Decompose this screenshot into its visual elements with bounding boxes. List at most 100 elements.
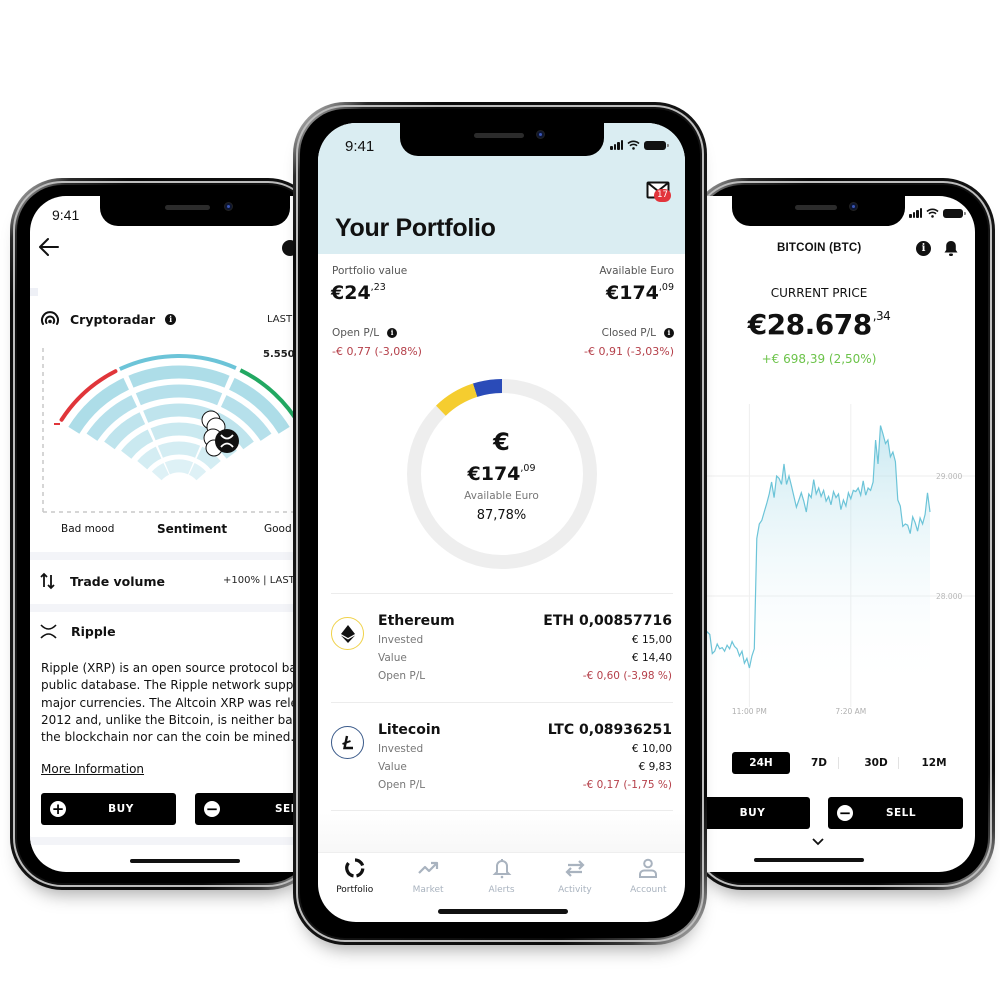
buy-button[interactable]: + BUY: [41, 793, 176, 825]
buy-button[interactable]: BUY: [690, 797, 810, 829]
axis-label-sentiment: Sentiment: [157, 522, 228, 536]
front-camera-icon: [536, 130, 545, 139]
market-trend-icon: [418, 861, 439, 874]
section-divider: [30, 604, 320, 612]
more-information-link[interactable]: More Information: [41, 762, 144, 776]
radar-band-segment: [121, 429, 154, 459]
range-tab-24h[interactable]: 24H: [732, 752, 790, 774]
ripple-icon: [40, 624, 57, 639]
back-arrow-icon[interactable]: [38, 236, 60, 258]
description-line: 2012 and, unlike the Bitcoin, is neither…: [41, 712, 314, 727]
radar-band-segment: [164, 459, 194, 475]
open-pl-text: Open P/L: [332, 327, 380, 339]
bitcoin-detail-screen: BITCOIN (BTC) i CURRENT PRICE €28.678,34…: [690, 196, 975, 872]
btc-price-chart[interactable]: 29.000 28.000 11:00 PM 7:20 AM: [690, 392, 975, 732]
radar-band-segment: [151, 462, 170, 481]
info-icon[interactable]: i: [664, 328, 674, 338]
nav-label: Alerts: [488, 885, 515, 895]
cryptoradar-header: Cryptoradar i: [40, 310, 177, 328]
period-selector[interactable]: LAST: [267, 314, 292, 325]
chevron-down-icon[interactable]: [811, 837, 825, 847]
home-indicator[interactable]: [438, 909, 568, 914]
phone-notch: [100, 196, 290, 226]
x-tick-label: 11:00 PM: [732, 707, 767, 716]
row-label: Value: [378, 652, 407, 664]
row-label: Value: [378, 761, 407, 773]
y-tick-label: 28.000: [936, 592, 962, 601]
front-camera-icon: [224, 202, 233, 211]
value-cents: ,09: [658, 282, 674, 293]
value-main: €24: [331, 282, 371, 304]
portfolio-icon: [344, 858, 365, 878]
price-cents: ,34: [872, 309, 891, 323]
nav-tab-portfolio[interactable]: Portfolio: [318, 853, 391, 903]
row-label: Open P/L: [378, 779, 426, 791]
nav-label: Portfolio: [336, 885, 374, 895]
row-label: Invested: [378, 743, 424, 755]
radar-band-segment: [157, 441, 201, 458]
nav-tab-market[interactable]: Market: [391, 853, 464, 903]
trade-volume-value: +100% | LAST: [223, 575, 295, 586]
donut-label: Available Euro: [464, 490, 539, 502]
available-euro-label: Available Euro: [599, 265, 674, 277]
bell-icon[interactable]: [943, 240, 959, 257]
info-icon[interactable]: i: [916, 241, 931, 256]
nav-tab-activity[interactable]: Activity: [538, 853, 611, 903]
current-value: € 9,83: [638, 761, 672, 773]
portfolio-value-label: Portfolio value: [332, 265, 408, 277]
section-divider: [30, 552, 320, 560]
donut-percent: 87,78%: [476, 508, 527, 523]
open-pl-value: -€ 0,17 (-1,75 %): [582, 779, 672, 791]
nav-tab-account[interactable]: Account: [612, 853, 685, 903]
buy-label: BUY: [739, 807, 766, 819]
value-main: €174: [606, 282, 659, 304]
trade-volume-row[interactable]: Trade volume: [40, 572, 165, 590]
description-line: public database. The Ripple network supp…: [41, 678, 311, 693]
price-change: +€ 698,39 (2,50%): [761, 352, 877, 366]
home-indicator[interactable]: [130, 859, 240, 863]
nav-tab-alerts[interactable]: Alerts: [465, 853, 538, 903]
radar-icon: [41, 311, 59, 325]
axis-label-good: Good: [264, 523, 292, 535]
range-tab-7d[interactable]: 7D: [800, 752, 838, 774]
portfolio-value: €24,23: [331, 282, 386, 304]
divider: [30, 288, 38, 296]
user-icon: [639, 858, 658, 878]
asset-name: Ethereum: [378, 613, 455, 629]
info-icon[interactable]: i: [387, 328, 398, 338]
bottom-navigation: Portfolio Market Alerts Activity Account: [318, 853, 685, 903]
sell-label: SELL: [885, 807, 917, 819]
range-tab-12m[interactable]: 12M: [914, 752, 954, 774]
mail-count-badge: 17: [654, 189, 671, 202]
ripple-coin-marker[interactable]: [215, 429, 239, 453]
sell-button[interactable]: − SELL: [828, 797, 963, 829]
info-icon[interactable]: i: [165, 313, 177, 325]
asset-row-litecoin[interactable]: Litecoin LTC 0,08936251 Invested € 10,00…: [318, 718, 685, 818]
time-range-tabs: 24H 7D 30D 12M: [690, 752, 975, 774]
nav-label: Account: [630, 885, 667, 895]
radar-band-segment: [188, 462, 207, 481]
open-pl-value: -€ 0,77 (-3,08%): [332, 345, 422, 358]
ripple-title: Ripple: [71, 624, 116, 639]
trade-volume-title: Trade volume: [70, 573, 165, 589]
ripple-header: Ripple: [40, 624, 116, 639]
asset-row-ethereum[interactable]: Ethereum ETH 0,00857716 Invested € 15,00…: [318, 609, 685, 709]
divider: [331, 593, 673, 594]
radar-band-segment: [137, 446, 162, 470]
cryptoradar-screen: 9:41 Cryptoradar i LAST 5.550 Bad mood S…: [30, 196, 320, 872]
range-tab-30d[interactable]: 30D: [854, 752, 898, 774]
battery-icon: [943, 208, 966, 218]
sentiment-radar-chart: [42, 348, 320, 513]
description-line: the blockchain nor can the coin be mined…: [41, 730, 295, 745]
current-price: €28.678,34: [690, 308, 948, 341]
description-line: Ripple (XRP) is an open source protocol …: [41, 661, 318, 675]
home-indicator[interactable]: [754, 858, 864, 862]
tab-divider: [898, 757, 899, 769]
invested-value: € 10,00: [631, 743, 672, 755]
donut-segment-ethereum: [436, 383, 478, 416]
current-value: € 14,40: [631, 652, 672, 664]
nav-shadow: [318, 813, 685, 852]
y-tick-label: 29.000: [936, 472, 962, 481]
donut-amount: €174,09: [318, 463, 685, 485]
radar-band-segment: [135, 384, 223, 406]
